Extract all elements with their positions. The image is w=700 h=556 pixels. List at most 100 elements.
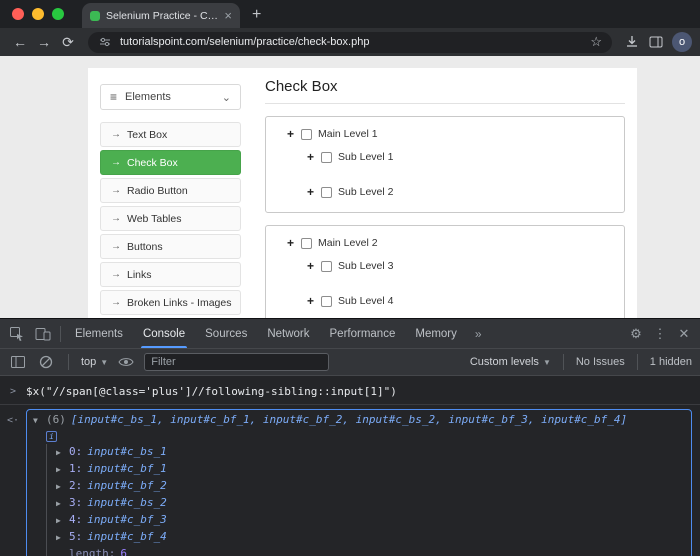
entry-value[interactable]: input#c_bs_2	[87, 495, 166, 511]
issues-counter[interactable]: No Issues	[576, 356, 625, 368]
array-entry: ▶ 3: input#c_bs_2	[56, 495, 685, 512]
browser-tab[interactable]: Selenium Practice - Check B ×	[82, 3, 240, 28]
expander-collapsed-icon[interactable]: ▶	[56, 445, 64, 461]
sidebar-item-label: Check Box	[127, 157, 178, 169]
tab-sources[interactable]: Sources	[195, 319, 257, 348]
tree-label: Main Level 1	[318, 127, 378, 142]
window-minimize-button[interactable]	[32, 8, 44, 20]
expand-plus-icon[interactable]: +	[306, 185, 315, 200]
info-icon[interactable]: i	[46, 431, 57, 442]
length-key: length:	[69, 546, 115, 556]
elements-panel-header[interactable]: ≡ Elements ⌄	[100, 84, 241, 110]
console-result-selection[interactable]: ▼ (6) [input#c_bs_1, input#c_bf_1, input…	[26, 409, 692, 556]
entry-value[interactable]: input#c_bf_2	[87, 478, 166, 494]
tab-memory[interactable]: Memory	[405, 319, 467, 348]
expander-collapsed-icon[interactable]: ▶	[56, 513, 64, 529]
expander-collapsed-icon[interactable]: ▶	[56, 462, 64, 478]
sidebar-item-check-box[interactable]: → Check Box	[100, 150, 241, 175]
checkbox[interactable]	[321, 187, 332, 198]
eye-icon[interactable]	[116, 352, 136, 372]
array-length-badge: (6)	[46, 412, 66, 428]
checkbox[interactable]	[301, 238, 312, 249]
expand-plus-icon[interactable]: +	[306, 150, 315, 165]
side-panel-icon[interactable]	[644, 30, 668, 54]
array-entry: ▶ 4: input#c_bf_3	[56, 512, 685, 529]
site-settings-icon[interactable]	[98, 35, 112, 49]
expand-plus-icon[interactable]: +	[286, 236, 295, 251]
evaluated-info-row: i	[46, 430, 685, 443]
window-zoom-button[interactable]	[52, 8, 64, 20]
tree-label: Sub Level 3	[338, 259, 393, 274]
console-result-entry: <· ▼ (6) [input#c_bs_1, input#c_bf_1, in…	[0, 405, 700, 556]
back-icon[interactable]: ←	[8, 30, 32, 54]
arrow-icon: →	[111, 129, 121, 140]
reload-icon[interactable]: ⟳	[56, 30, 80, 54]
context-selector[interactable]: top ▼	[81, 356, 108, 368]
entry-key: 0:	[69, 444, 82, 460]
tree-row: + Sub Level 2	[266, 185, 624, 200]
bookmark-star-icon[interactable]: ☆	[590, 34, 602, 50]
console-toolbar-right: Custom levels ▼ No Issues 1 hidden	[470, 354, 692, 370]
inspect-element-icon[interactable]	[4, 321, 30, 347]
checkbox[interactable]	[301, 129, 312, 140]
sidebar-item-text-box[interactable]: → Text Box	[100, 122, 241, 147]
tab-close-icon[interactable]: ×	[224, 9, 232, 22]
expander-expanded-icon[interactable]: ▼	[33, 413, 41, 429]
console-output: > $x("//span[@class='plus']//following-s…	[0, 378, 700, 556]
console-command-text[interactable]: $x("//span[@class='plus']//following-sib…	[26, 380, 397, 400]
close-devtools-icon[interactable]: ✕	[672, 322, 696, 346]
url-text[interactable]: tutorialspoint.com/selenium/practice/che…	[120, 36, 582, 48]
tab-network[interactable]: Network	[257, 319, 319, 348]
array-preview-line: ▼ (6) [input#c_bs_1, input#c_bf_1, input…	[33, 412, 685, 429]
profile-avatar[interactable]: o	[672, 32, 692, 52]
forward-icon[interactable]: →	[32, 30, 56, 54]
array-entry: ▶ 2: input#c_bf_2	[56, 478, 685, 495]
download-icon[interactable]	[620, 30, 644, 54]
tab-elements[interactable]: Elements	[65, 319, 133, 348]
device-toolbar-icon[interactable]	[30, 321, 56, 347]
entry-value[interactable]: input#c_bf_4	[87, 529, 166, 545]
more-tabs-icon[interactable]: »	[467, 327, 490, 341]
entry-value[interactable]: input#c_bf_1	[87, 461, 166, 477]
console-filter-input[interactable]	[144, 353, 329, 371]
sidebar-item-broken-links[interactable]: → Broken Links - Images	[100, 290, 241, 315]
tree-label: Sub Level 4	[338, 294, 393, 309]
log-levels-dropdown[interactable]: Custom levels ▼	[470, 356, 551, 368]
console-sidebar-icon[interactable]	[8, 352, 28, 372]
expander-collapsed-icon[interactable]: ▶	[56, 479, 64, 495]
arrow-icon: →	[111, 185, 121, 196]
expand-plus-icon[interactable]: +	[306, 294, 315, 309]
checkbox[interactable]	[321, 152, 332, 163]
entry-key: 2:	[69, 478, 82, 494]
clear-console-icon[interactable]	[36, 352, 56, 372]
hamburger-icon: ≡	[110, 90, 117, 104]
settings-gear-icon[interactable]: ⚙	[624, 322, 648, 346]
browser-toolbar: ← → ⟳ tutorialspoint.com/selenium/practi…	[0, 28, 700, 56]
tree-label: Main Level 2	[318, 236, 378, 251]
hidden-messages-count[interactable]: 1 hidden	[650, 356, 692, 368]
window-close-button[interactable]	[12, 8, 24, 20]
checkbox[interactable]	[321, 296, 332, 307]
kebab-menu-icon[interactable]: ⋮	[648, 322, 672, 346]
array-length-row: length: 6	[56, 546, 685, 556]
sidebar-item-buttons[interactable]: → Buttons	[100, 234, 241, 259]
tab-performance[interactable]: Performance	[320, 319, 406, 348]
checkbox[interactable]	[321, 261, 332, 272]
entry-value[interactable]: input#c_bf_3	[87, 512, 166, 528]
return-value-icon: <·	[0, 409, 26, 429]
sidebar-item-radio-button[interactable]: → Radio Button	[100, 178, 241, 203]
array-entry: ▶ 1: input#c_bf_1	[56, 461, 685, 478]
expander-collapsed-icon[interactable]: ▶	[56, 496, 64, 512]
entry-value[interactable]: input#c_bs_1	[87, 444, 166, 460]
sidebar-item-label: Broken Links - Images	[127, 297, 231, 309]
address-bar[interactable]: tutorialspoint.com/selenium/practice/che…	[88, 32, 612, 53]
sidebar-item-links[interactable]: → Links	[100, 262, 241, 287]
expand-plus-icon[interactable]: +	[286, 127, 295, 142]
sidebar-item-web-tables[interactable]: → Web Tables	[100, 206, 241, 231]
expander-collapsed-icon[interactable]: ▶	[56, 530, 64, 546]
expand-plus-icon[interactable]: +	[306, 259, 315, 274]
tab-console[interactable]: Console	[133, 319, 195, 348]
array-entries: ▶ 0: input#c_bs_1 ▶ 1: input#c_bf_1 ▶ 2:	[46, 444, 685, 556]
sidebar-item-label: Web Tables	[127, 213, 181, 225]
new-tab-button[interactable]: +	[252, 6, 261, 24]
